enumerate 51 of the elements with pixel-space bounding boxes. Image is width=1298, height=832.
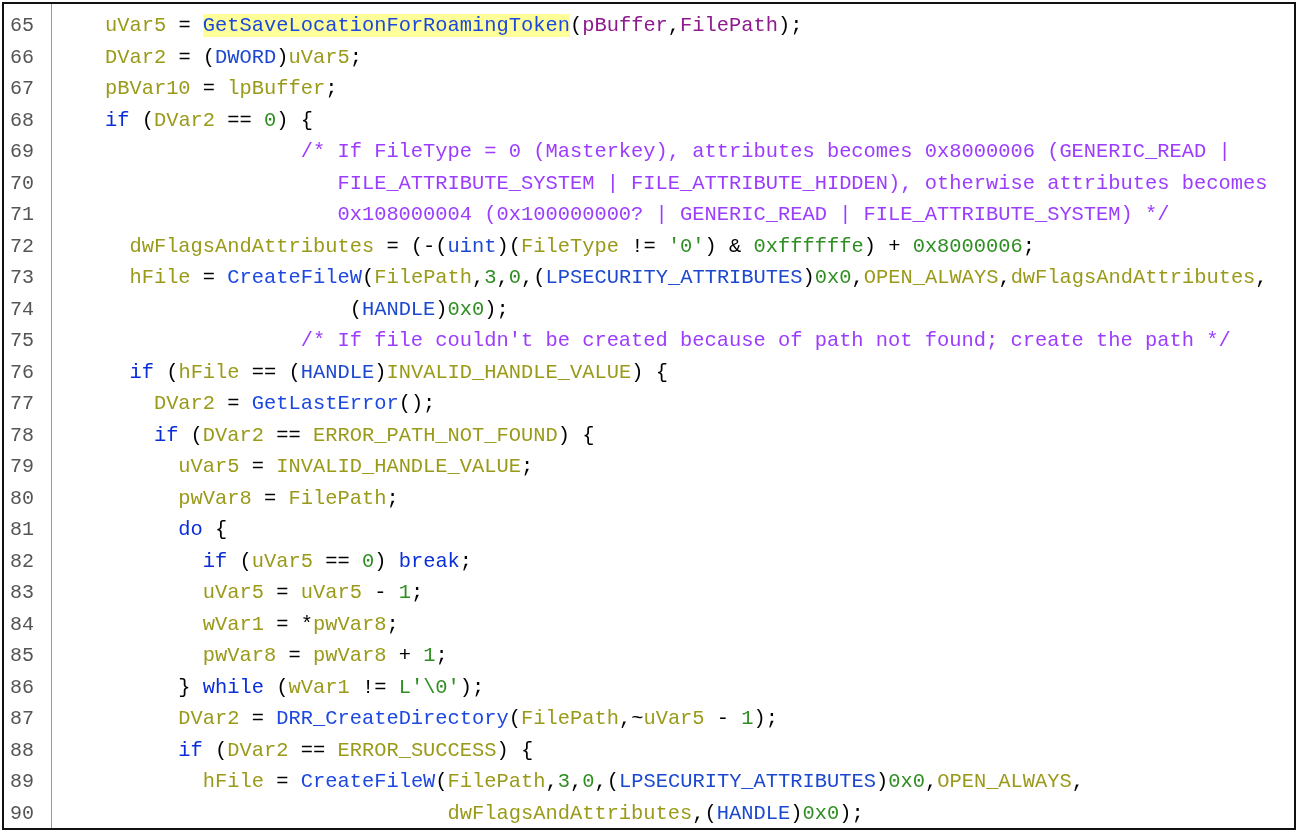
line-number: 85 bbox=[9, 644, 35, 668]
line-number: 78 bbox=[9, 423, 35, 447]
code-line: do { bbox=[177, 518, 228, 542]
line-number: 77 bbox=[9, 392, 35, 416]
line-number: 76 bbox=[9, 360, 35, 384]
code-line: uVar5 = INVALID_HANDLE_VALUE; bbox=[177, 455, 534, 479]
code-line: DVar2 = GetLastError(); bbox=[152, 392, 436, 416]
line-number: 74 bbox=[9, 297, 35, 321]
code-line: uVar5 = uVar5 - 1; bbox=[201, 581, 424, 605]
code-line: } while (wVar1 != L'\0'); bbox=[177, 675, 485, 699]
code-line: DVar2 = DRR_CreateDirectory(FilePath,~uVar5 - 1); bbox=[177, 707, 779, 731]
code-line: 0x108000004 (0x100000000? | GENERIC_READ | FILE_ATTRIBUTE_SYSTEM) */ bbox=[336, 203, 1170, 227]
code-line: wVar1 = *pwVar8; bbox=[201, 612, 399, 636]
line-number: 90 bbox=[9, 801, 35, 825]
code-line: if (DVar2 == ERROR_PATH_NOT_FOUND) { bbox=[152, 423, 595, 447]
code-line: hFile = CreateFileW(FilePath,3,0,(LPSECURITY_ATTRIBUTES)0x0,OPEN_ALWAYS, bbox=[201, 770, 1085, 794]
line-number: 87 bbox=[9, 707, 35, 731]
code-line: if (hFile == (HANDLE)INVALID_HANDLE_VALUE) { bbox=[128, 360, 668, 384]
line-number: 68 bbox=[9, 108, 35, 132]
code-line: dwFlagsAndAttributes = (-(uint)(FileType != '0') & 0xffffffe) + 0x8000006; bbox=[128, 234, 1036, 258]
line-number: 75 bbox=[9, 329, 35, 353]
code-line: FILE_ATTRIBUTE_SYSTEM | FILE_ATTRIBUTE_HIDDEN), otherwise attributes becomes bbox=[336, 171, 1268, 195]
code-line: DVar2 = (DWORD)uVar5; bbox=[103, 45, 362, 69]
code-line: pwVar8 = FilePath; bbox=[177, 486, 399, 510]
line-number: 81 bbox=[9, 518, 35, 542]
line-number: 84 bbox=[9, 612, 35, 636]
line-number: 89 bbox=[9, 770, 35, 794]
code-line: if (uVar5 == 0) break; bbox=[201, 549, 473, 573]
line-number: 71 bbox=[9, 203, 35, 227]
line-number: 72 bbox=[9, 234, 35, 258]
line-number: 66 bbox=[9, 45, 35, 69]
line-number: 80 bbox=[9, 486, 35, 510]
line-number: 88 bbox=[9, 738, 35, 762]
code-line: pBVar10 = lpBuffer; bbox=[103, 77, 338, 101]
line-number: 73 bbox=[9, 266, 35, 290]
code-line: (HANDLE)0x0); bbox=[348, 297, 509, 321]
code-line: pwVar8 = pwVar8 + 1; bbox=[201, 644, 448, 668]
line-number: 67 bbox=[9, 77, 35, 101]
line-number: 86 bbox=[9, 675, 35, 699]
line-number: 65 bbox=[9, 14, 35, 38]
code-line: /* If FileType = 0 (Masterkey), attributes becomes 0x8000006 (GENERIC_READ | bbox=[299, 140, 1231, 164]
code-line: if (DVar2 == ERROR_SUCCESS) { bbox=[177, 738, 534, 762]
line-number: 82 bbox=[9, 549, 35, 573]
line-number: 79 bbox=[9, 455, 35, 479]
line-number: 70 bbox=[9, 171, 35, 195]
code-line: /* If file couldn't be created because of path not found; create the path */ bbox=[299, 329, 1231, 353]
line-number: 83 bbox=[9, 581, 35, 605]
code-line: hFile = CreateFileW(FilePath,3,0,(LPSECURITY_ATTRIBUTES)0x0,OPEN_ALWAYS,dwFlagsAndAttributes, bbox=[128, 266, 1268, 290]
line-number: 69 bbox=[9, 140, 35, 164]
code-line: dwFlagsAndAttributes,(HANDLE)0x0); bbox=[446, 801, 864, 825]
code-line: if (DVar2 == 0) { bbox=[103, 108, 313, 132]
